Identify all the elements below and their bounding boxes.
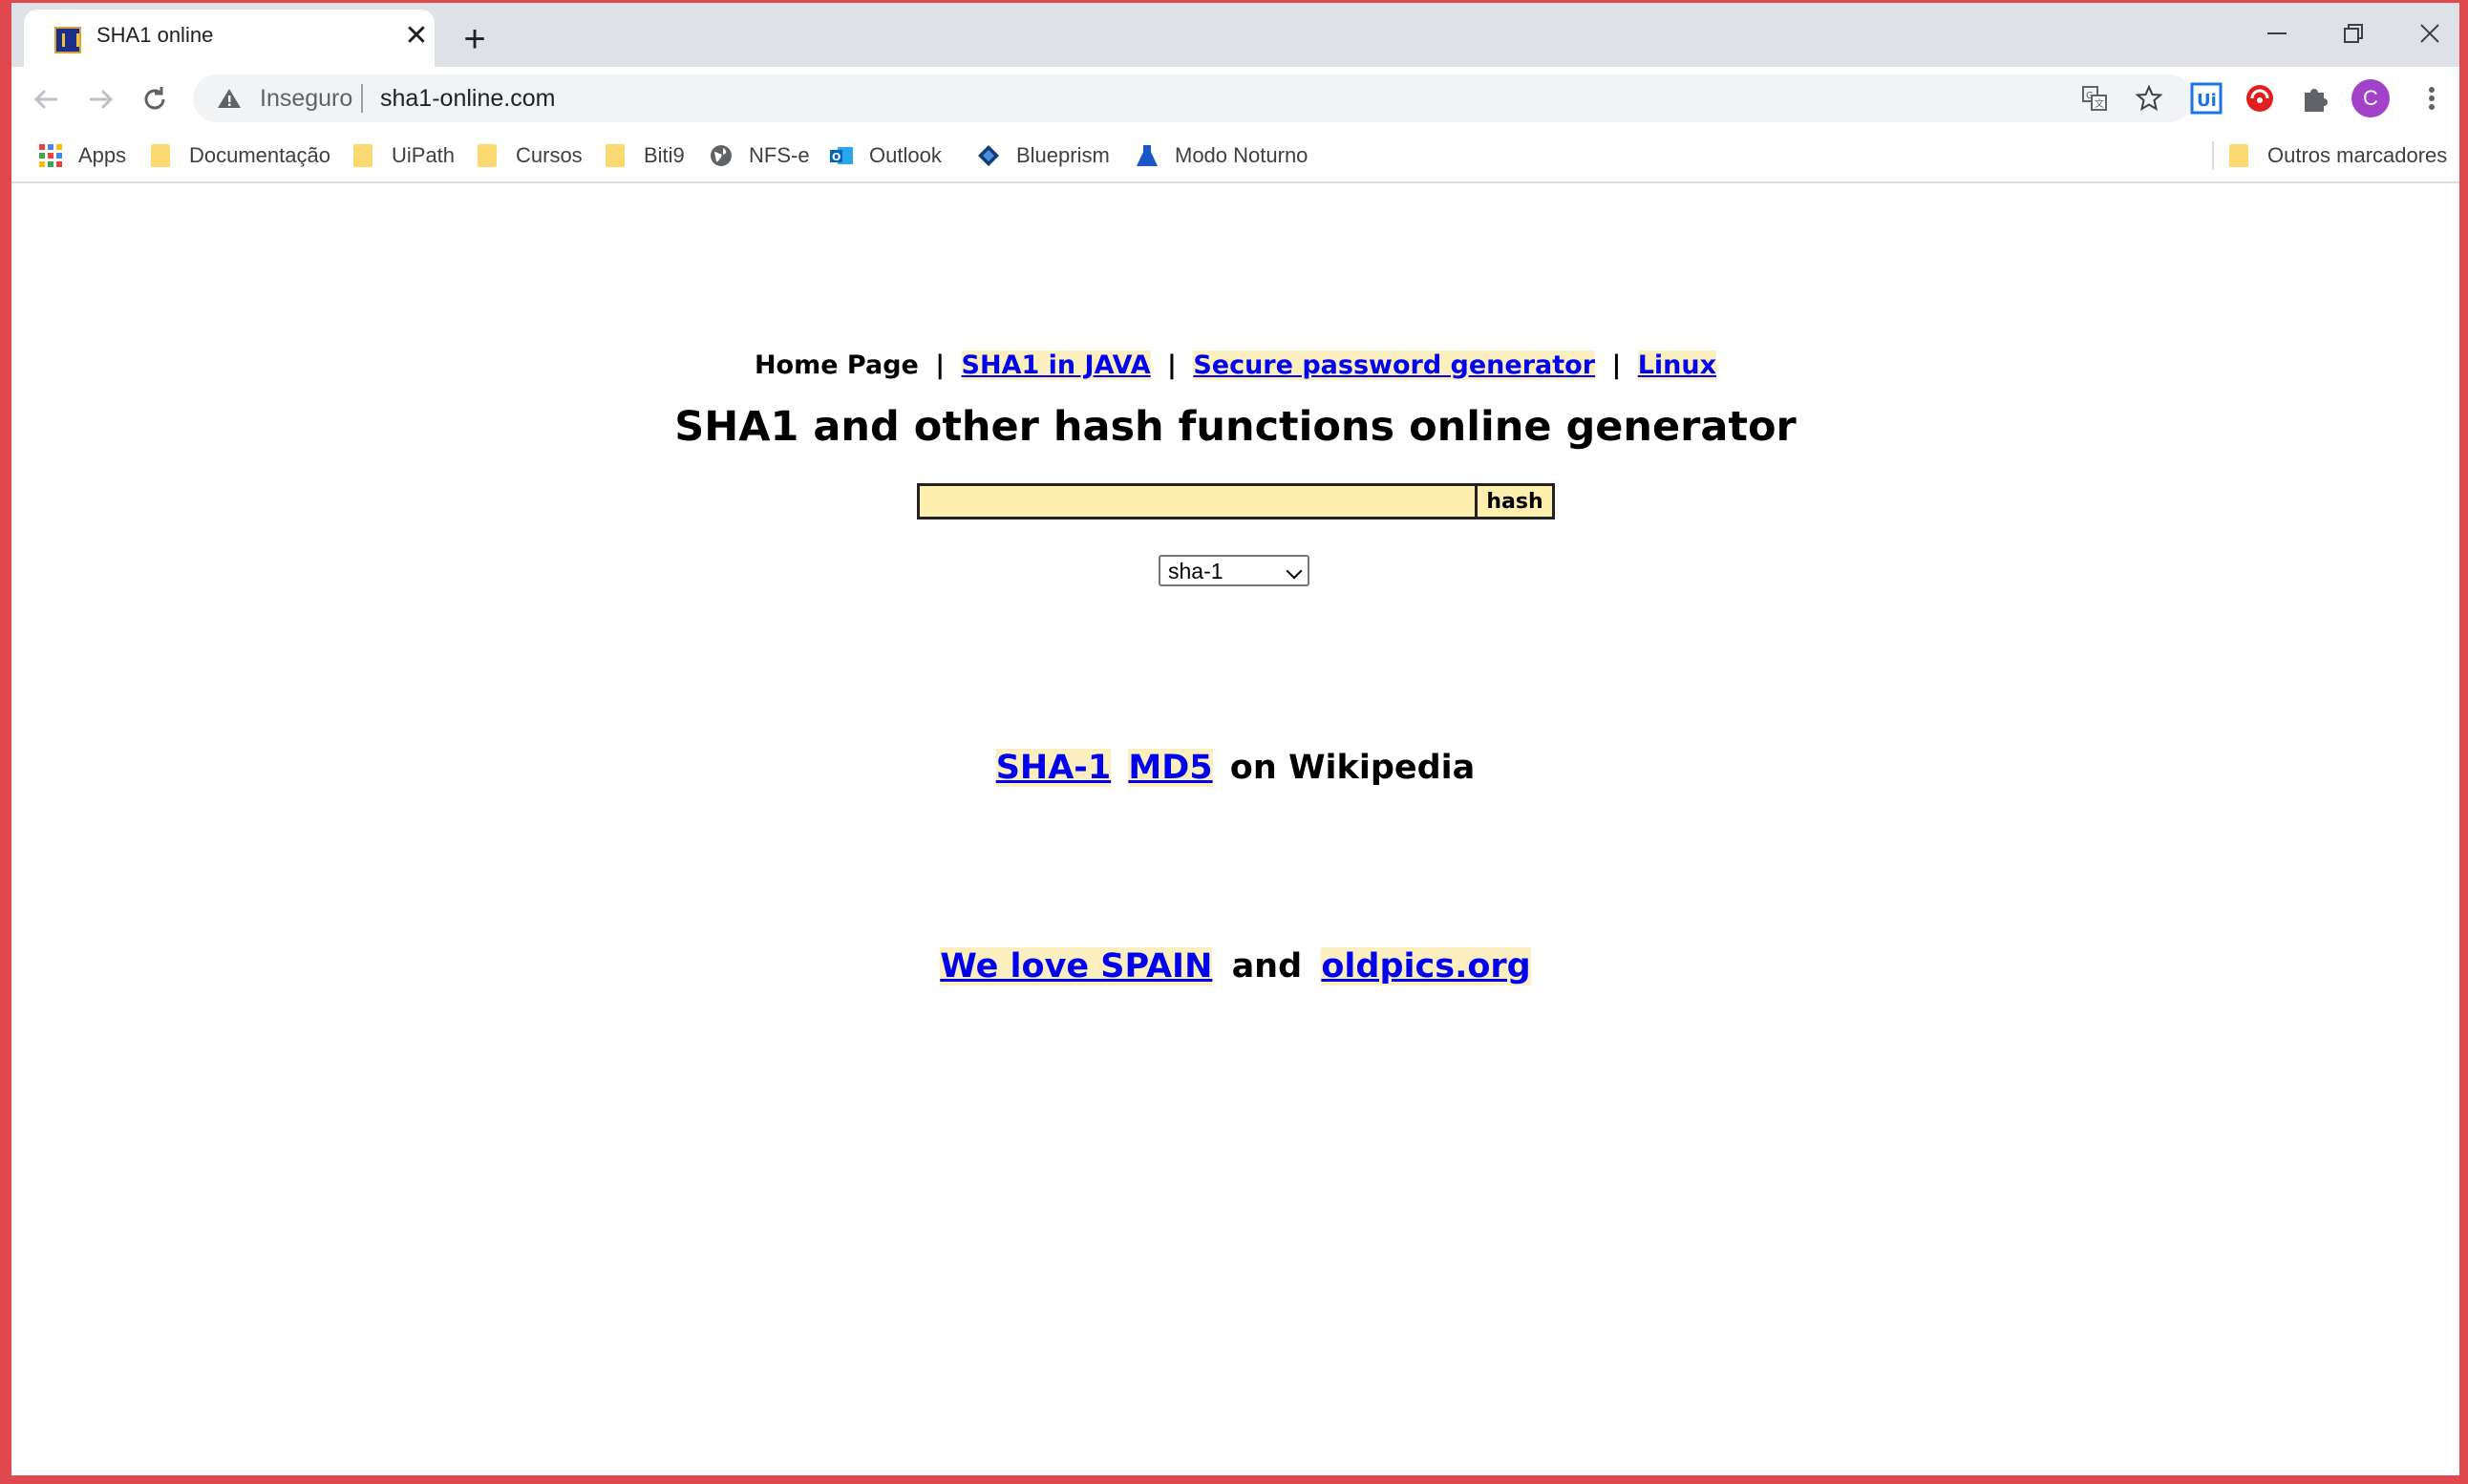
url-text[interactable]: sha1-online.com [380,85,555,113]
bookmark-biti9[interactable]: Biti9 [606,141,685,170]
chevron-down-icon [1286,562,1303,580]
wikipedia-suffix: on Wikipedia [1229,749,1476,787]
hash-text-input[interactable] [917,483,1475,519]
promo-links: We love SPAIN and oldpics.org [11,947,2459,986]
link-secure-password-generator[interactable]: Secure password generator [1193,350,1596,380]
tab-strip: SHA1 online ✕ + [11,3,2459,67]
security-label[interactable]: Inseguro [260,85,352,113]
svg-text:G: G [2086,91,2094,101]
nav-separator: | [1611,350,1622,380]
reload-icon[interactable] [136,80,174,118]
bookmark-label: Cursos [516,143,583,167]
bookmark-outlook[interactable]: O Outlook [829,141,942,170]
uipath-extension-icon[interactable]: Ui [2189,81,2223,116]
wikipedia-links: SHA-1 MD5 on Wikipedia [11,749,2459,787]
nav-separator: | [1167,350,1177,380]
bookmark-outros-marcadores[interactable]: Outros marcadores [2229,141,2447,170]
horizontal-scrollbar[interactable] [11,1475,2459,1484]
bookmark-label: Documentação [189,143,330,167]
link-md5-wikipedia[interactable]: MD5 [1128,749,1213,787]
bookmark-label: Outros marcadores [2267,143,2448,167]
bookmarks-bar: Apps Documentação UiPath Cursos Biti9 NF… [11,130,2459,183]
bookmark-label: Biti9 [644,143,685,167]
link-sha1-in-java[interactable]: SHA1 in JAVA [961,350,1151,380]
hash-button[interactable]: hash [1475,483,1555,519]
tab-sha1-online[interactable]: SHA1 online ✕ [24,10,435,67]
hash-form: hash [917,483,1555,519]
new-tab-button[interactable]: + [455,20,495,60]
tab-close-icon[interactable]: ✕ [401,21,432,52]
outlook-icon: O [830,147,853,164]
minimize-button[interactable] [2248,12,2306,56]
bookmark-apps[interactable]: Apps [38,141,126,170]
svg-text:O: O [832,151,840,163]
warning-icon[interactable] [216,85,243,112]
kebab-menu-icon[interactable] [2415,81,2449,116]
translate-icon[interactable]: G文 [2080,84,2109,113]
bookmark-uipath[interactable]: UiPath [353,141,455,170]
home-page-label: Home Page [754,350,919,380]
restore-button[interactable] [2325,12,2382,56]
tab-title: SHA1 online [96,23,214,47]
forward-icon[interactable] [81,80,119,118]
bookmark-cursos[interactable]: Cursos [478,141,583,170]
browser-toolbar: Inseguro sha1-online.com G文 Ui C [11,67,2459,130]
close-window-button[interactable] [2401,12,2458,56]
bookmarks-divider [2212,141,2214,170]
back-icon[interactable] [28,80,66,118]
page-content: Home Page | SHA1 in JAVA | Secure passwo… [11,183,2459,1475]
bookmark-label: Apps [78,143,127,167]
folder-icon [151,144,170,167]
bookmark-modo-noturno[interactable]: Modo Noturno [1135,141,1308,170]
profile-avatar[interactable]: C [2351,79,2390,117]
globe-icon [711,145,732,166]
bookmark-label: Modo Noturno [1175,143,1308,167]
svg-text:Ui: Ui [2197,91,2217,111]
bookmark-nfse[interactable]: NFS-e [709,141,810,170]
omnibox-divider [361,84,363,113]
bookmark-label: NFS-e [749,143,810,167]
flask-icon [1137,145,1158,166]
svg-text:文: 文 [2095,97,2104,110]
bookmark-label: UiPath [392,143,456,167]
folder-icon [353,144,372,167]
address-bar[interactable]: Inseguro sha1-online.com G文 [193,74,2193,122]
red-extension-icon[interactable] [2243,81,2277,116]
link-oldpics[interactable]: oldpics.org [1321,947,1531,986]
page-title: SHA1 and other hash functions online gen… [674,403,1797,451]
bookmark-blueprism[interactable]: Blueprism [976,141,1110,170]
bookmark-star-icon[interactable] [2135,84,2163,113]
link-sha1-wikipedia[interactable]: SHA-1 [995,749,1112,787]
promo-and-text: and [1231,947,1303,986]
algorithm-selected-value: sha-1 [1168,559,1223,583]
link-we-love-spain[interactable]: We love SPAIN [940,947,1213,986]
bookmark-label: Outlook [869,143,942,167]
blueprism-icon [978,145,999,166]
top-navigation: Home Page | SHA1 in JAVA | Secure passwo… [11,350,2459,380]
bookmark-label: Blueprism [1016,143,1110,167]
bookmark-documentacao[interactable]: Documentação [151,141,330,170]
extensions-puzzle-icon[interactable] [2297,81,2331,116]
site-favicon-icon [54,27,81,53]
apps-grid-icon [39,144,62,167]
nav-separator: | [935,350,946,380]
algorithm-select[interactable]: sha-1 [1159,555,1309,586]
folder-icon [606,144,625,167]
folder-icon [478,144,497,167]
link-linux[interactable]: Linux [1637,350,1717,380]
folder-icon [2229,144,2248,167]
